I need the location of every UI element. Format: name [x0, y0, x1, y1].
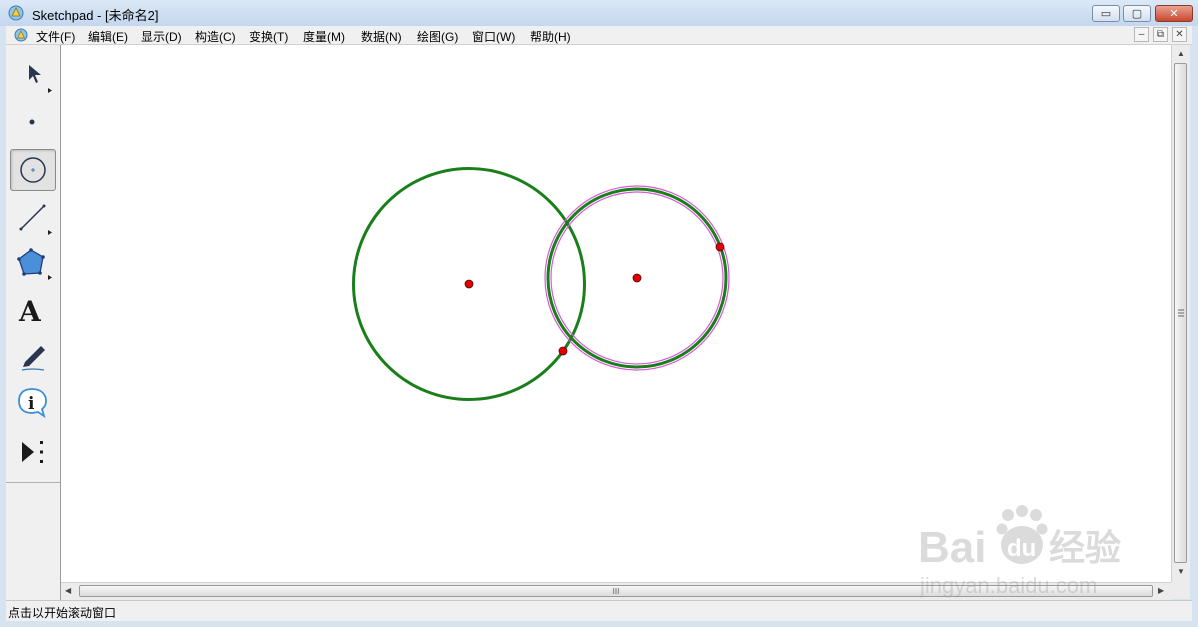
- scroll-up-arrow-icon[interactable]: ▲: [1177, 49, 1185, 58]
- vertical-scrollbar[interactable]: ▲ ▼: [1171, 45, 1190, 582]
- minimize-button[interactable]: ▭: [1092, 5, 1120, 22]
- title-bar: Sketchpad - [未命名2] ▭ ▢ ✕: [0, 0, 1198, 26]
- doc-close-icon: ✕: [1175, 29, 1184, 40]
- scroll-left-arrow-icon[interactable]: ◀: [65, 586, 71, 595]
- right-circle-radius-point[interactable]: [715, 242, 725, 252]
- menu-window[interactable]: 窗口(W): [472, 28, 515, 45]
- toolbox-divider: [6, 482, 60, 483]
- scrollbar-corner: [1171, 582, 1190, 599]
- menu-display[interactable]: 显示(D): [141, 28, 182, 45]
- text-tool[interactable]: A: [10, 291, 56, 333]
- scroll-down-arrow-icon[interactable]: ▼: [1177, 567, 1185, 576]
- text-a-icon: A: [18, 295, 42, 328]
- menu-transform[interactable]: 变换(T): [249, 28, 288, 45]
- arrow-select-tool[interactable]: [10, 53, 56, 95]
- left-circle-center-point[interactable]: [464, 279, 474, 289]
- info-i-glyph: i: [28, 394, 35, 414]
- window-title: Sketchpad - [未命名2]: [32, 8, 159, 23]
- close-button[interactable]: ✕: [1155, 5, 1193, 22]
- right-circle-center-point[interactable]: [632, 273, 642, 283]
- marker-pen-icon: [21, 346, 45, 371]
- vertical-scroll-thumb[interactable]: [1174, 63, 1187, 563]
- menu-edit[interactable]: 编辑(E): [88, 28, 128, 45]
- menu-construct[interactable]: 构造(C): [195, 28, 236, 45]
- menu-help[interactable]: 帮助(H): [530, 28, 571, 45]
- maximize-icon: ▢: [1131, 8, 1143, 20]
- menu-data[interactable]: 数据(N): [361, 28, 402, 45]
- point-icon: [29, 119, 35, 125]
- line-segment-icon: [19, 204, 52, 235]
- doc-restore-button[interactable]: ⧉: [1153, 27, 1168, 42]
- menu-measure[interactable]: 度量(M): [303, 28, 345, 45]
- menu-graph[interactable]: 绘图(G): [417, 28, 458, 45]
- vertical-grip-icon: [1178, 309, 1184, 317]
- watermark-brand: Bai: [918, 523, 986, 572]
- arrow-cursor-icon: [29, 65, 52, 93]
- minimize-icon: ▭: [1100, 8, 1112, 20]
- custom-tools-icon: [22, 441, 43, 463]
- menu-file[interactable]: 文件(F): [36, 28, 75, 45]
- horizontal-grip-icon: III: [612, 586, 620, 596]
- document-icon[interactable]: [14, 28, 28, 42]
- baidu-jingyan-watermark: Bai du 经验 jingyan.baidu.com: [918, 505, 1121, 598]
- status-bar: 点击以开始滚动窗口: [6, 600, 1192, 621]
- scroll-right-arrow-icon[interactable]: ▶: [1158, 586, 1164, 595]
- close-icon: ✕: [1169, 8, 1179, 20]
- doc-minimize-button[interactable]: –: [1134, 27, 1149, 42]
- circle-tool-icon: [20, 157, 46, 183]
- polygon-tool[interactable]: [10, 245, 56, 287]
- menu-bar: 文件(F) 编辑(E) 显示(D) 构造(C) 变换(T) 度量(M) 数据(N…: [6, 26, 1192, 45]
- polygon-icon: [17, 248, 52, 280]
- custom-tool[interactable]: [10, 431, 56, 473]
- marker-tool[interactable]: [10, 337, 56, 379]
- compass-tool[interactable]: [10, 149, 56, 191]
- straightedge-tool[interactable]: [10, 197, 56, 239]
- information-tool[interactable]: i: [10, 383, 56, 425]
- left-circle-radius-point[interactable]: [558, 346, 568, 356]
- status-text: 点击以开始滚动窗口: [8, 606, 117, 620]
- watermark-jingyan: 经验: [1049, 527, 1121, 568]
- watermark-url: jingyan.baidu.com: [919, 573, 1097, 598]
- watermark-du: du: [1007, 535, 1036, 562]
- maximize-button[interactable]: ▢: [1123, 5, 1151, 22]
- toolbox: A i: [6, 45, 61, 600]
- text-a-glyph: A: [18, 295, 42, 328]
- info-bubble-icon: i: [18, 388, 47, 419]
- sketchpad-app-icon[interactable]: [8, 5, 24, 21]
- point-tool[interactable]: [10, 101, 56, 143]
- doc-minimize-icon: –: [1138, 29, 1145, 40]
- doc-close-button[interactable]: ✕: [1172, 27, 1187, 42]
- doc-restore-icon: ⧉: [1156, 29, 1165, 40]
